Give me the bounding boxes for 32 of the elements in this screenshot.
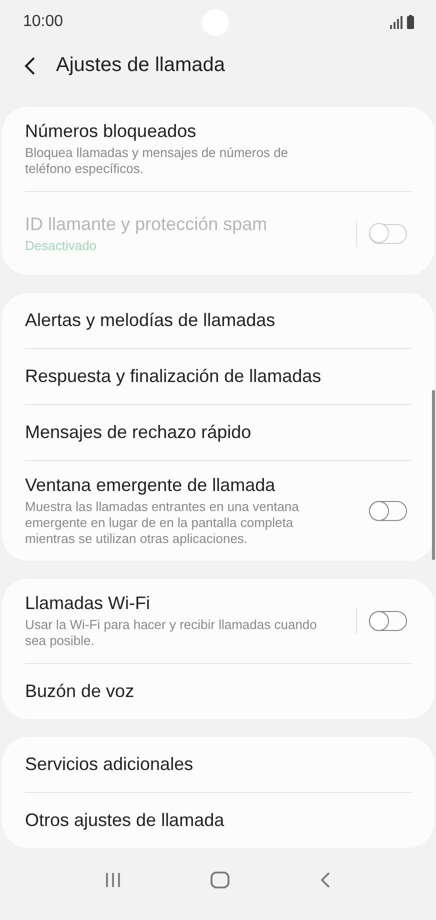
settings-item[interactable]: Mensajes de rechazo rápido	[25, 404, 411, 460]
item-description: Bloquea llamadas y mensajes de números de teléfono específicos.	[25, 145, 290, 177]
status-time: 10:00	[23, 13, 64, 31]
settings-item[interactable]: Llamadas Wi-Fi Usar la Wi-Fi para hacer y recibir llamadas cuando sea posible.	[25, 579, 411, 663]
item-title: Mensajes de rechazo rápido	[25, 422, 252, 443]
item-title: Llamadas Wi-Fi	[25, 593, 152, 614]
settings-item[interactable]: Ventana emergente de llamada Muestra las llamadas entrantes en una ventana emergente en lugar de en la pantalla completa mientras se utilizan otras aplicaciones.	[25, 460, 411, 561]
settings-item[interactable]: Otros ajustes de llamada	[25, 792, 411, 848]
back-nav-icon[interactable]	[319, 872, 332, 888]
item-title: ID llamante y protección spam	[25, 214, 268, 235]
settings-item[interactable]: Respuesta y finalización de llamadas	[25, 348, 411, 404]
settings-item[interactable]: Servicios adicionales	[25, 737, 411, 792]
item-title: Respuesta y finalización de llamadas	[25, 366, 322, 387]
item-title: Buzón de voz	[25, 681, 136, 702]
item-description: Muestra las llamadas entrantes en una ventana emergente en lugar de en la pantalla completa mientras se utilizan otras aplicaciones.	[25, 499, 300, 547]
toggle-switch[interactable]	[369, 611, 407, 631]
home-icon[interactable]	[210, 871, 230, 889]
item-title: Servicios adicionales	[25, 754, 194, 775]
item-title: Números bloqueados	[25, 121, 198, 142]
back-icon[interactable]	[24, 56, 36, 76]
signal-battery-icon	[390, 15, 414, 29]
item-title: Ventana emergente de llamada	[25, 475, 276, 496]
item-title: Otros ajustes de llamada	[25, 810, 226, 831]
settings-item[interactable]: Buzón de voz	[25, 663, 411, 719]
item-title: Alertas y melodías de llamadas	[25, 310, 276, 331]
settings-item[interactable]: Alertas y melodías de llamadas	[25, 293, 411, 348]
item-description: Usar la Wi-Fi para hacer y recibir llamadas cuando sea posible.	[25, 617, 318, 649]
settings-item[interactable]: Números bloqueados Bloquea llamadas y mensajes de números de teléfono específicos.	[25, 107, 411, 191]
recent-apps-icon[interactable]	[104, 872, 121, 888]
toggle-switch[interactable]	[369, 501, 407, 521]
item-status: Desactivado	[25, 238, 98, 253]
page-title: Ajustes de llamada	[56, 54, 225, 77]
